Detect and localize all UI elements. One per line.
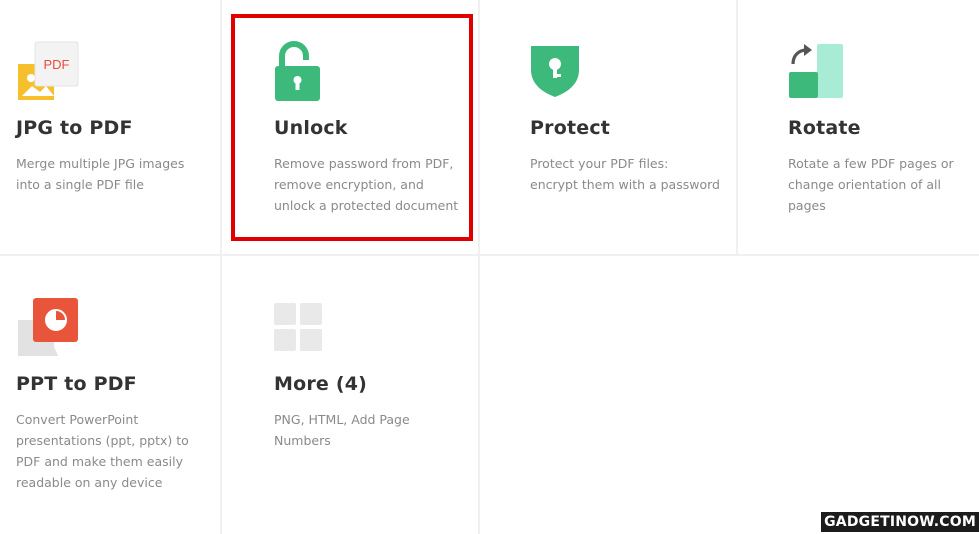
tool-description: Convert PowerPoint presentations (ppt, p… — [16, 412, 189, 490]
empty-area — [480, 256, 979, 534]
tool-title: Rotate — [788, 117, 861, 139]
watermark: GADGETINOW.COM — [821, 512, 979, 532]
tool-description: Rotate a few PDF pages or change orienta… — [788, 156, 954, 213]
tool-title: PPT to PDF — [16, 373, 137, 395]
tool-card-ppt-to-pdf[interactable]: PPT to PDF Convert PowerPoint presentati… — [0, 256, 222, 534]
unlocked-padlock-icon — [274, 40, 338, 104]
tool-card-more[interactable]: More (4) PNG, HTML, Add Page Numbers — [222, 256, 480, 534]
ppt-to-pdf-icon — [16, 296, 80, 360]
tool-description: PNG, HTML, Add Page Numbers — [274, 412, 410, 448]
rotate-pages-icon — [788, 40, 852, 104]
tool-title: Protect — [530, 117, 611, 139]
tool-description: Protect your PDF files: encrypt them wit… — [530, 156, 720, 192]
grid-more-icon — [274, 303, 338, 367]
tools-grid: PDF JPG to PDF Merge multiple JPG images… — [0, 0, 979, 534]
tool-description: Remove password from PDF, remove encrypt… — [274, 156, 459, 213]
tool-title: More (4) — [274, 373, 368, 395]
jpg-to-pdf-icon: PDF — [16, 40, 80, 104]
tool-title: Unlock — [274, 117, 348, 139]
pdf-label: PDF — [44, 57, 70, 72]
tool-card-rotate[interactable]: Rotate Rotate a few PDF pages or change … — [738, 0, 979, 256]
tool-card-protect[interactable]: Protect Protect your PDF files: encrypt … — [480, 0, 738, 256]
tool-title: JPG to PDF — [16, 117, 133, 139]
shield-keyhole-icon — [530, 40, 594, 104]
tool-description: Merge multiple JPG images into a single … — [16, 156, 185, 192]
tool-card-unlock[interactable]: Unlock Remove password from PDF, remove … — [222, 0, 480, 256]
tool-card-jpg-to-pdf[interactable]: PDF JPG to PDF Merge multiple JPG images… — [0, 0, 222, 256]
